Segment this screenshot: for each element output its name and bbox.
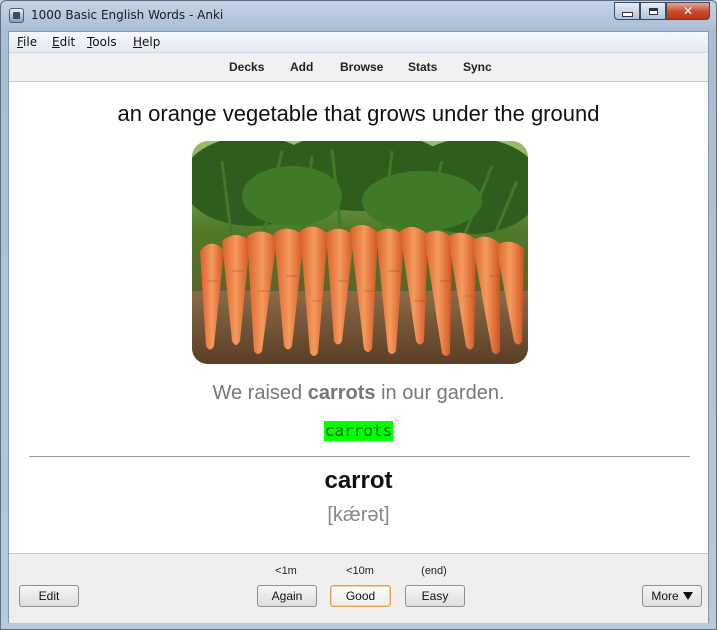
menu-bar: File Edit Tools Help (9, 32, 708, 53)
dropdown-triangle-icon (682, 592, 693, 600)
menu-tools-label: ools (92, 35, 117, 49)
again-interval: <1m (275, 565, 297, 577)
sentence-before: We raised (212, 382, 308, 404)
minimize-button[interactable] (614, 2, 640, 20)
answer-divider (29, 456, 690, 457)
easy-button[interactable]: Easy (405, 585, 465, 607)
anki-window: 1000 Basic English Words - Anki ✕ File E… (0, 0, 717, 630)
close-button[interactable]: ✕ (666, 2, 710, 20)
menu-edit[interactable]: Edit (52, 35, 75, 49)
anki-app-icon (9, 8, 24, 23)
menu-help-accel: H (133, 35, 143, 49)
menu-help[interactable]: Help (133, 35, 160, 49)
main-area: File Edit Tools Help Decks Add Browse St… (8, 31, 709, 623)
window-controls: ✕ (614, 2, 710, 20)
main-toolbar: Decks Add Browse Stats Sync (9, 53, 708, 82)
toolbar-sync[interactable]: Sync (463, 60, 492, 74)
sentence-after: in our garden. (375, 382, 505, 404)
sentence-highlight: carrots (307, 382, 376, 404)
more-button[interactable]: More (642, 585, 702, 607)
answer-bar: Edit <1m Again <10m Good (end) Easy More (9, 553, 708, 623)
pronunciation: [kǽrət] (327, 504, 390, 526)
menu-edit-label: dit (59, 35, 76, 49)
toolbar-browse[interactable]: Browse (340, 60, 383, 74)
toolbar-decks[interactable]: Decks (229, 60, 264, 74)
menu-tools[interactable]: Tools (87, 35, 117, 49)
good-interval: <10m (346, 565, 374, 577)
restore-icon (648, 7, 658, 15)
again-button[interactable]: Again (257, 585, 317, 607)
easy-interval: (end) (421, 565, 447, 577)
toolbar-stats[interactable]: Stats (408, 60, 437, 74)
window-title: 1000 Basic English Words - Anki (31, 8, 224, 22)
minimize-icon (621, 11, 633, 17)
toolbar-add[interactable]: Add (290, 60, 313, 74)
menu-help-label: elp (142, 35, 161, 49)
typed-answer-row: carrots (9, 421, 708, 441)
card-definition: an orange vegetable that grows under the… (117, 101, 600, 126)
example-sentence: We raised carrots in our garden. (9, 382, 708, 405)
menu-file[interactable]: File (17, 35, 37, 49)
answer-word: carrot (324, 467, 393, 494)
carrot-image (192, 141, 528, 364)
menu-edit-accel: E (52, 35, 60, 49)
edit-button[interactable]: Edit (19, 585, 79, 607)
close-icon: ✕ (682, 4, 694, 18)
menu-file-label: ile (23, 35, 38, 49)
maximize-button[interactable] (640, 2, 666, 20)
card-view: an orange vegetable that grows under the… (9, 82, 708, 552)
more-label: More (651, 589, 679, 603)
title-bar[interactable]: 1000 Basic English Words - Anki ✕ (1, 1, 716, 31)
good-button[interactable]: Good (330, 585, 391, 607)
typed-answer: carrots (323, 421, 394, 441)
